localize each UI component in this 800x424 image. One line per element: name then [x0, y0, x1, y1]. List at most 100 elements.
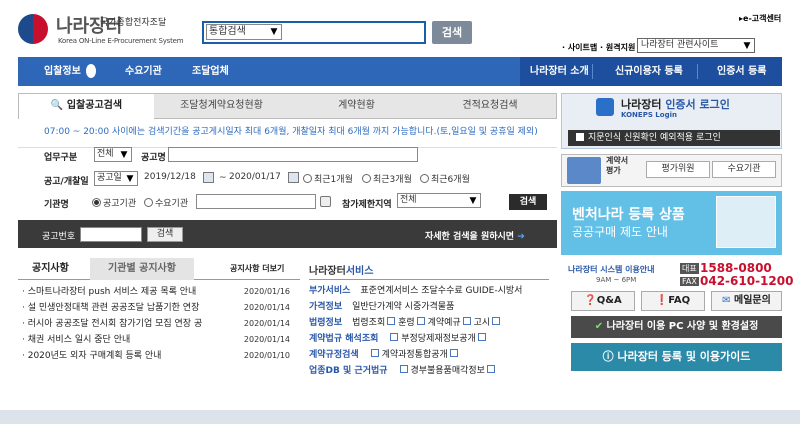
service-value: 계약예규 — [427, 318, 461, 328]
tab-notice[interactable]: 공지사항 — [32, 258, 69, 280]
customer-center-link[interactable]: ▸e-고객센터 — [739, 13, 781, 24]
fingerprint-login-link[interactable]: 지문인식 신원확인 예외적용 로그인 — [568, 130, 780, 146]
list-item[interactable]: · 채권 서비스 일시 중단 안내 2020/01/14 — [22, 332, 298, 348]
calendar-icon[interactable] — [288, 172, 299, 183]
tab-quote-search[interactable]: 견적요청검색 — [424, 94, 556, 118]
phone-number: 1588-0800 — [700, 261, 772, 275]
guide-button[interactable]: ⓘ 나라장터 등록 및 이용가이드 — [571, 343, 782, 371]
service-value: 표준연계서비스 조달수수료 GUIDE-시방서 — [360, 286, 523, 296]
tab-contract-status[interactable]: 계약현황 — [289, 94, 424, 118]
tab-org-notice[interactable]: 기관별 공지사항 — [90, 258, 194, 280]
search-button[interactable]: 검색 — [432, 21, 472, 44]
util-links[interactable]: · 사이트맵 · 원격지원 — [562, 42, 635, 53]
notice-title: 러시아 공공조달 전시회 참가기업 모집 연장 공 — [27, 319, 203, 329]
nav-item-register[interactable]: 신규이용자 등록 — [615, 57, 683, 86]
org-input[interactable] — [196, 194, 316, 209]
service-row[interactable]: 업종DB 및 근거법규 경부불용품매각정보 — [309, 363, 554, 380]
nav-item-cert-register[interactable]: 인증서 등록 — [717, 57, 766, 86]
period-3m[interactable]: 최근3개월 — [362, 172, 412, 185]
notice-date: 2020/01/10 — [243, 351, 290, 360]
list-item[interactable]: · 설 민생안정대책 관련 공공조달 납품기한 연장 2020/01/14 — [22, 300, 298, 316]
pc-settings-button[interactable]: ✔ 나라장터 이용 PC 사양 및 환경설정 — [571, 316, 782, 338]
date-type-select[interactable]: 공고일 ▼ — [94, 171, 138, 186]
banner-subtitle: 공공구매 제도 안내 — [572, 225, 668, 239]
notice-title: 설 민생안정대책 관련 공공조달 납품기한 연장 — [27, 303, 200, 313]
banner-title: 벤처나라 등록 상품 — [572, 207, 685, 223]
radio-icon — [420, 174, 429, 183]
chevron-down-icon: ▼ — [270, 27, 278, 37]
notice-tabs: 공지사항 기관별 공지사항 공지사항 더보기 — [18, 258, 300, 280]
search-type-select[interactable]: 통합검색 ▼ — [206, 24, 282, 40]
login-title-a: 나라장터 — [621, 98, 666, 111]
service-value: 계약과정통합공개 — [381, 350, 448, 360]
biz-type-label: 업무구분 — [44, 153, 78, 163]
date-to-input[interactable]: 2020/01/17 — [227, 171, 287, 186]
cert-login-link[interactable]: 나라장터 인증서 로그인 — [621, 96, 730, 112]
question-icon: ❓ — [584, 295, 597, 306]
arrow-right-icon: ➔ — [514, 232, 525, 242]
bid-no-search-button[interactable]: 검색 — [147, 227, 183, 242]
external-link-icon — [370, 349, 379, 357]
service-row[interactable]: 계약법규 해석조회 부정당제재정보공개 — [309, 331, 554, 348]
divider — [309, 279, 549, 280]
region-select[interactable]: 전체 ▼ — [397, 193, 481, 208]
detail-search-link[interactable]: 자세한 검색을 원하시면 ➔ — [425, 229, 525, 242]
notice-date: 2020/01/16 — [243, 287, 290, 296]
service-row[interactable]: 부가서비스 표준연계서비스 조달수수료 GUIDE-시방서 — [309, 283, 554, 300]
notice-title: 스마트나라장터 push 서비스 제공 목록 안내 — [27, 287, 197, 297]
period-6m[interactable]: 최근6개월 — [420, 172, 470, 185]
service-row[interactable]: 가격정보 일반단가계약 시중가격물품 — [309, 299, 554, 316]
chevron-down-icon: ▼ — [469, 196, 477, 206]
period-label: 최근3개월 — [373, 175, 412, 185]
search-icon[interactable] — [320, 196, 331, 207]
org-opt-announcer[interactable]: 공고기관 — [92, 196, 136, 209]
service-row[interactable]: 계약규정검색 계약과정통합공개 — [309, 347, 554, 364]
biz-type-value: 전체 — [97, 149, 114, 159]
fax-number: 042-610-1200 — [700, 274, 794, 288]
service-value: 고시 — [473, 318, 491, 328]
org-opt-demand[interactable]: 수요기관 — [144, 196, 188, 209]
nav-item-agency[interactable]: 수요기관 — [125, 57, 162, 86]
tab-label: 입찰공고검색 — [66, 100, 123, 111]
alert-icon: ❗ — [655, 295, 669, 306]
external-link-icon — [416, 317, 425, 325]
radio-icon — [144, 198, 153, 207]
service-value: 부정당제재정보공개 — [401, 334, 476, 344]
faq-button[interactable]: ❗FAQ — [641, 291, 705, 311]
external-link-icon — [449, 349, 458, 357]
list-item[interactable]: · 2020년도 외자 구매계획 등록 안내 2020/01/10 — [22, 348, 298, 364]
region-label: 참가제한지역 — [342, 200, 392, 210]
eval-member-button[interactable]: 평가위원 — [646, 161, 710, 178]
nav-separator — [697, 64, 698, 79]
bid-search-button[interactable]: 검색 — [509, 194, 547, 210]
pc-settings-label: 나라장터 이용 PC 사양 및 환경설정 — [606, 321, 759, 332]
detail-search-text: 자세한 검색을 원하시면 — [425, 232, 515, 242]
related-sites-select[interactable]: 나라장터 관련사이트 ▼ — [637, 38, 755, 53]
qa-label: Q&A — [596, 295, 622, 306]
period-1m[interactable]: 최근1개월 — [303, 172, 353, 185]
tab-contract-request[interactable]: 조달청계약요청현황 — [154, 94, 289, 118]
calendar-icon[interactable] — [203, 172, 214, 183]
service-key: 부가서비스 — [309, 286, 351, 296]
list-item[interactable]: · 스마트나라장터 push 서비스 제공 목록 안내 2020/01/16 — [22, 284, 298, 300]
eval-agency-button[interactable]: 수요기관 — [712, 161, 776, 178]
notice-more-link[interactable]: 공지사항 더보기 — [230, 258, 284, 280]
list-item[interactable]: · 러시아 공공조달 전시회 참가기업 모집 연장 공 2020/01/14 — [22, 316, 298, 332]
biz-type-select[interactable]: 전체 ▼ — [94, 147, 132, 162]
mail-button[interactable]: ✉ 메일문의 — [711, 291, 782, 311]
logo-icon[interactable] — [18, 14, 48, 44]
bid-no-label: 공고번호 — [42, 232, 76, 242]
nav-item-about[interactable]: 나라장터 소개 — [530, 57, 589, 86]
date-from-input[interactable]: 2019/12/18 — [142, 171, 202, 186]
qa-button[interactable]: ❓Q&A — [571, 291, 635, 311]
external-link-icon — [486, 365, 495, 373]
nav-item-bid-info[interactable]: 입찰정보 — [44, 57, 81, 86]
bid-name-input[interactable] — [168, 147, 418, 162]
tab-bid-search[interactable]: 🔍 입찰공고검색 — [19, 94, 154, 119]
chevron-down-icon: ▼ — [126, 174, 134, 184]
radio-icon — [92, 198, 101, 207]
service-row[interactable]: 법령정보 법령조회 훈령 계약예규 고시 — [309, 315, 554, 332]
nav-item-supplier[interactable]: 조달업체 — [192, 57, 229, 86]
bid-no-input[interactable] — [80, 227, 142, 242]
faq-label: FAQ — [668, 295, 691, 306]
